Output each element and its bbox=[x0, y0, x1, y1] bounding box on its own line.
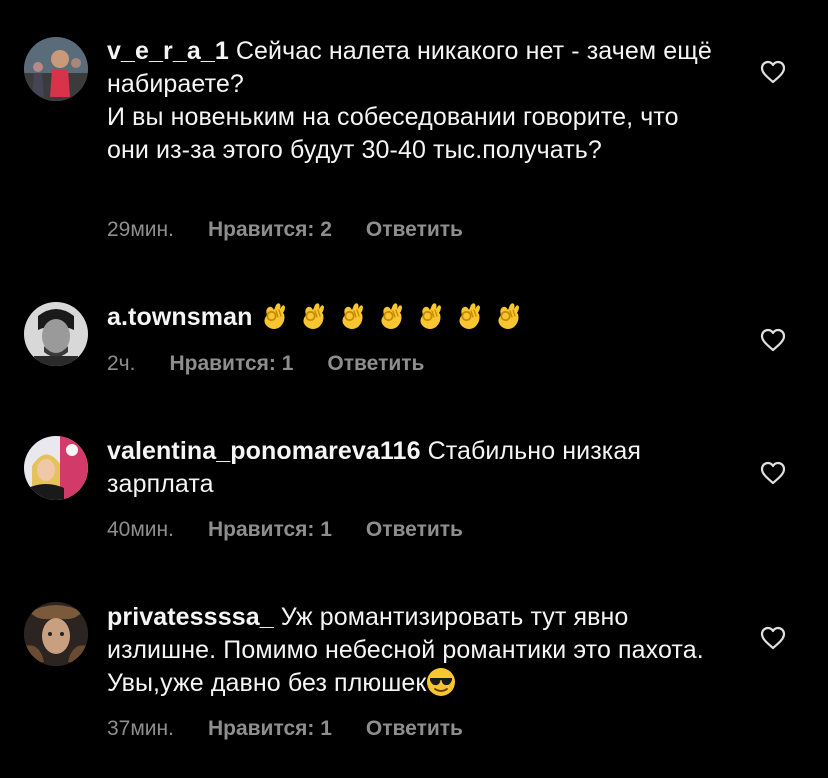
comment-time: 2ч. bbox=[107, 352, 136, 375]
comment-meta: 29мин. Нравится: 2 Ответить bbox=[107, 218, 463, 242]
comment-text: valentina_ponomareva116 Стабильно низкая … bbox=[107, 435, 727, 501]
comment-username[interactable]: v_e_r_a_1 bbox=[107, 37, 229, 65]
comment-username[interactable]: valentina_ponomareva116 bbox=[107, 437, 421, 465]
avatar[interactable] bbox=[24, 37, 88, 101]
comment-likes[interactable]: Нравится: 1 bbox=[169, 352, 293, 376]
comment-text: v_e_r_a_1 Сейчас налета никакого нет - за… bbox=[107, 35, 727, 167]
heart-outline-icon[interactable] bbox=[760, 461, 786, 485]
comment-emoji-row bbox=[259, 303, 532, 331]
ok-hand-icon bbox=[381, 303, 403, 329]
comment-likes[interactable]: Нравится: 2 bbox=[208, 218, 332, 242]
avatar[interactable] bbox=[24, 602, 88, 666]
comment-likes[interactable]: Нравится: 1 bbox=[208, 717, 332, 741]
comment-time: 40мин. bbox=[107, 518, 174, 541]
comment-username[interactable]: privatessssa_ bbox=[107, 603, 274, 631]
reply-button[interactable]: Ответить bbox=[366, 518, 463, 542]
heart-outline-icon[interactable] bbox=[760, 328, 786, 352]
reply-button[interactable]: Ответить bbox=[327, 352, 424, 376]
reply-button[interactable]: Ответить bbox=[366, 218, 463, 242]
avatar[interactable] bbox=[24, 302, 88, 366]
avatar[interactable] bbox=[24, 436, 88, 500]
comment-username[interactable]: a.townsman bbox=[107, 303, 252, 331]
comment-meta: 37мин. Нравится: 1 Ответить bbox=[107, 717, 463, 741]
comment-text: a.townsman bbox=[107, 301, 727, 334]
avatar-photo bbox=[24, 602, 88, 666]
sunglasses-face-icon bbox=[427, 668, 456, 696]
ok-hand-icon bbox=[264, 303, 286, 329]
avatar-photo bbox=[24, 37, 88, 101]
comment-meta: 2ч. Нравится: 1 Ответить bbox=[107, 352, 424, 376]
ok-hand-icon bbox=[303, 303, 325, 329]
ok-hand-icon bbox=[498, 303, 520, 329]
avatar-photo bbox=[24, 302, 88, 366]
comment-time: 29мин. bbox=[107, 218, 174, 241]
comment-time: 37мин. bbox=[107, 717, 174, 740]
ok-hand-icon bbox=[459, 303, 481, 329]
ok-hand-icon bbox=[342, 303, 364, 329]
comment-text: privatessssa_ Уж романтизировать тут явно… bbox=[107, 601, 727, 700]
comment-likes[interactable]: Нравится: 1 bbox=[208, 518, 332, 542]
reply-button[interactable]: Ответить bbox=[366, 717, 463, 741]
comment-meta: 40мин. Нравится: 1 Ответить bbox=[107, 518, 463, 542]
heart-outline-icon[interactable] bbox=[760, 60, 786, 84]
avatar-photo bbox=[24, 436, 88, 500]
ok-hand-icon bbox=[420, 303, 442, 329]
heart-outline-icon[interactable] bbox=[760, 626, 786, 650]
comment-message-continued: И вы новеньким на собеседовании говорите… bbox=[107, 103, 679, 164]
